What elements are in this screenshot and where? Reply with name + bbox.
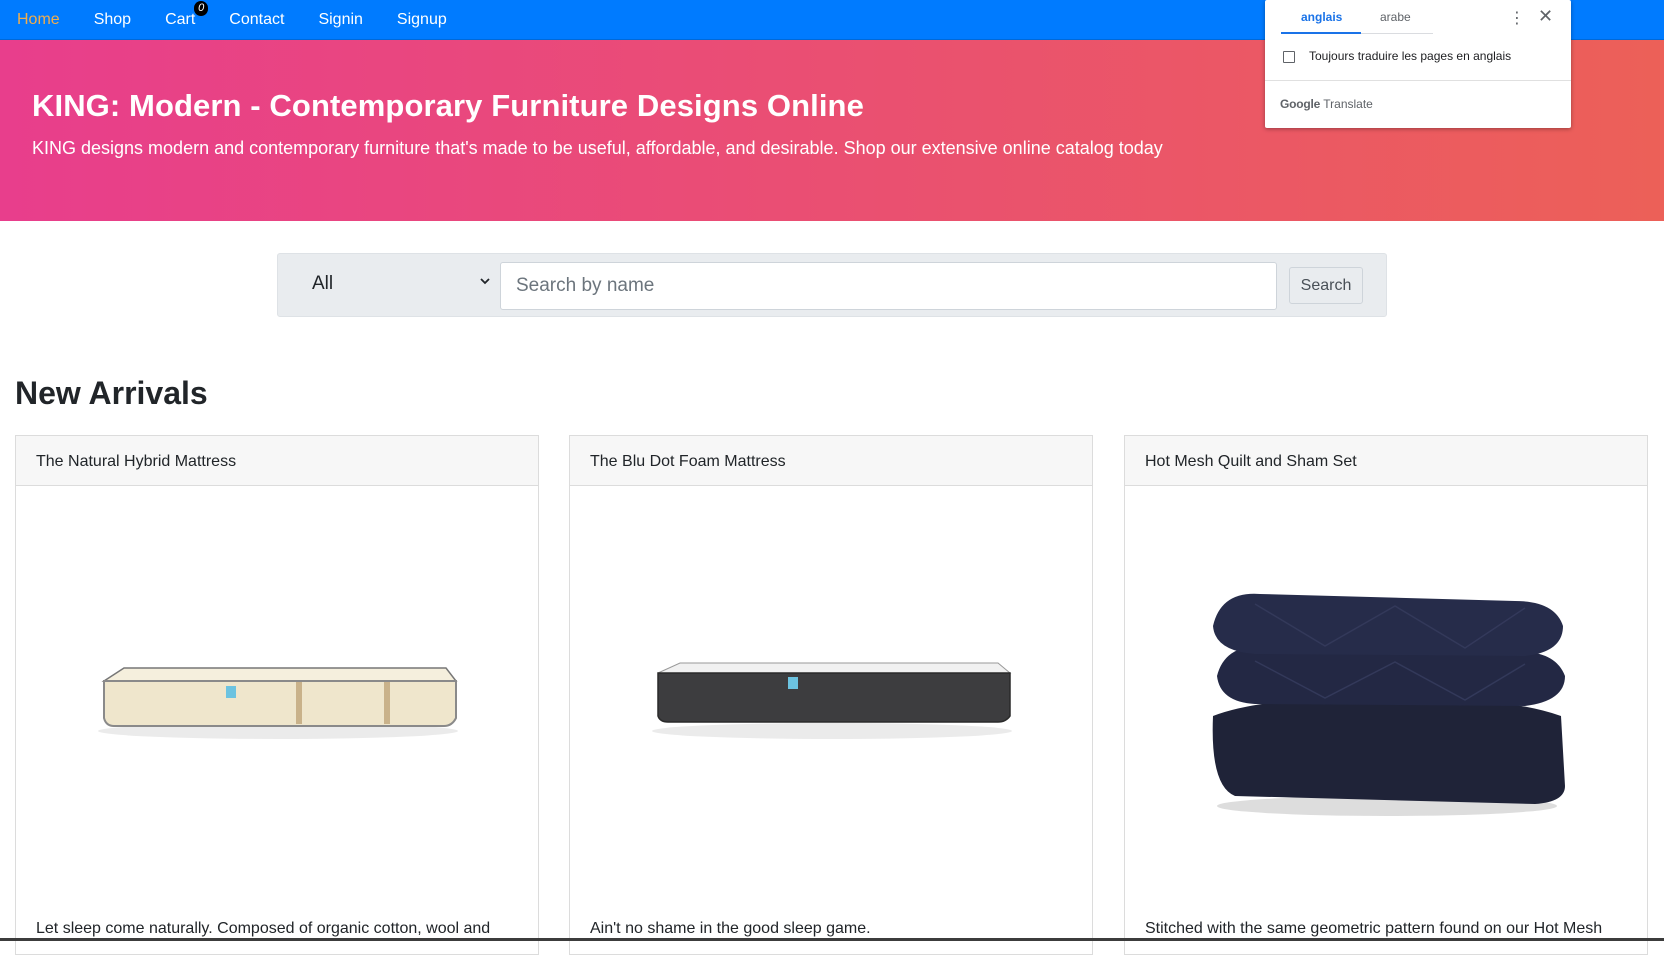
close-icon[interactable]: ✕ (1538, 6, 1553, 27)
hero-subtitle: KING designs modern and contemporary fur… (32, 138, 1163, 158)
nav-contact-link[interactable]: Contact (229, 11, 284, 29)
more-options-icon[interactable]: ⋮ (1509, 8, 1525, 28)
tab-divider (1361, 33, 1433, 34)
always-translate-checkbox[interactable] (1283, 51, 1295, 63)
product-title: The Natural Hybrid Mattress (16, 436, 538, 486)
brand-google: Google (1280, 97, 1321, 111)
product-card[interactable]: Hot Mesh Quilt and Sham Set Stitched wit… (1124, 435, 1648, 955)
active-tab-indicator (1281, 32, 1361, 34)
foam-mattress-image (652, 662, 1012, 739)
always-translate-label: Toujours traduire les pages en anglais (1309, 49, 1512, 63)
product-description: Let sleep come naturally. Composed of or… (36, 920, 491, 937)
product-description: Stitched with the same geometric pattern… (1145, 920, 1603, 937)
nav-cart-link[interactable]: Cart 0 (165, 0, 209, 29)
nav-shop-link[interactable]: Shop (94, 11, 131, 29)
brand-translate: Translate (1323, 97, 1373, 111)
product-card[interactable]: The Blu Dot Foam Mattress Ain't no shame… (569, 435, 1093, 955)
translate-tab-english[interactable]: anglais (1301, 10, 1342, 34)
nav-home-link[interactable]: Home (17, 11, 60, 29)
product-title: Hot Mesh Quilt and Sham Set (1125, 436, 1647, 486)
category-select[interactable]: All (290, 262, 500, 308)
nav-cart-label: Cart (165, 10, 196, 28)
product-title: The Blu Dot Foam Mattress (570, 436, 1092, 486)
quilt-sham-set-image (1212, 593, 1565, 816)
product-card[interactable]: The Natural Hybrid Mattress Let sleep co… (15, 435, 539, 955)
natural-mattress-image (98, 667, 458, 739)
chevron-down-icon (480, 278, 490, 285)
google-translate-popup: anglais arabe ⋮ ✕ Toujours traduire les … (1265, 0, 1571, 128)
product-description: Ain't no shame in the good sleep game. (590, 920, 871, 937)
google-translate-brand: Google Translate (1280, 97, 1373, 111)
divider (1265, 80, 1571, 81)
search-input[interactable] (500, 262, 1277, 310)
nav-signup-link[interactable]: Signup (397, 11, 447, 29)
category-select-value: All (312, 273, 334, 294)
search-bar: All Search (277, 253, 1387, 317)
cart-count-badge: 0 (194, 0, 209, 16)
new-arrivals-heading: New Arrivals (15, 375, 208, 411)
nav-signin-link[interactable]: Signin (318, 11, 362, 29)
translate-tab-arabic[interactable]: arabe (1380, 10, 1411, 34)
search-button[interactable]: Search (1289, 267, 1363, 304)
